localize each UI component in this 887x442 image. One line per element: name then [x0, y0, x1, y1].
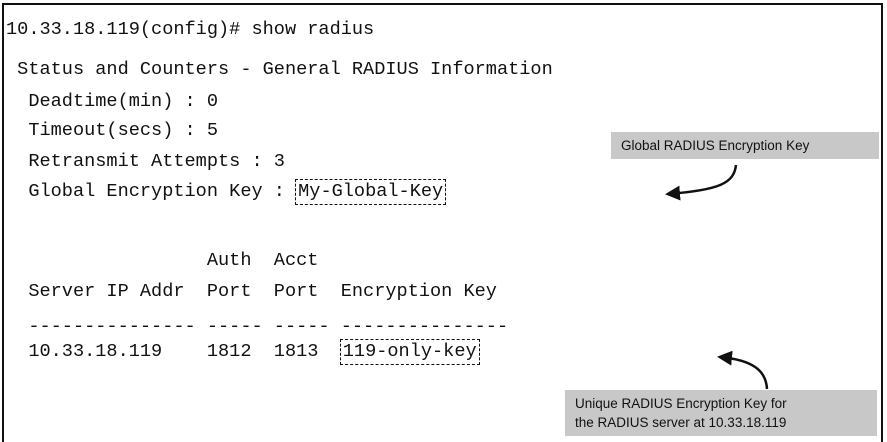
table-row: 10.33.18.119 1812 1813 119-only-key — [6, 339, 480, 365]
global-key-callout: Global RADIUS Encryption Key — [611, 132, 879, 159]
info-heading: Status and Counters - General RADIUS Inf… — [6, 59, 553, 80]
global-key-label: Global Encryption Key : — [6, 181, 297, 202]
retransmit-line: Retransmit Attempts : 3 — [6, 151, 285, 172]
deadtime-line: Deadtime(min) : 0 — [6, 91, 219, 112]
table-separator: --------------- ----- ----- ------------… — [6, 316, 509, 337]
command-line: 10.33.18.119(config)# show radius — [6, 19, 375, 40]
global-key-value: My-Global-Key — [295, 179, 447, 205]
server-key-value: 119-only-key — [339, 339, 480, 365]
global-key-line: Global Encryption Key : My-Global-Key — [6, 179, 447, 205]
unique-key-callout-line1: Unique RADIUS Encryption Key for — [575, 396, 787, 411]
unique-key-callout-line2: the RADIUS server at 10.33.18.119 — [575, 415, 787, 430]
table-row-values: 10.33.18.119 1812 1813 — [6, 341, 341, 362]
timeout-line: Timeout(secs) : 5 — [6, 120, 219, 141]
table-header-row1: Auth Acct — [6, 250, 319, 271]
table-header-row2: Server IP Addr Port Port Encryption Key — [6, 281, 497, 302]
unique-key-callout: Unique RADIUS Encryption Key for the RAD… — [565, 390, 877, 436]
global-key-callout-text: Global RADIUS Encryption Key — [621, 138, 810, 153]
